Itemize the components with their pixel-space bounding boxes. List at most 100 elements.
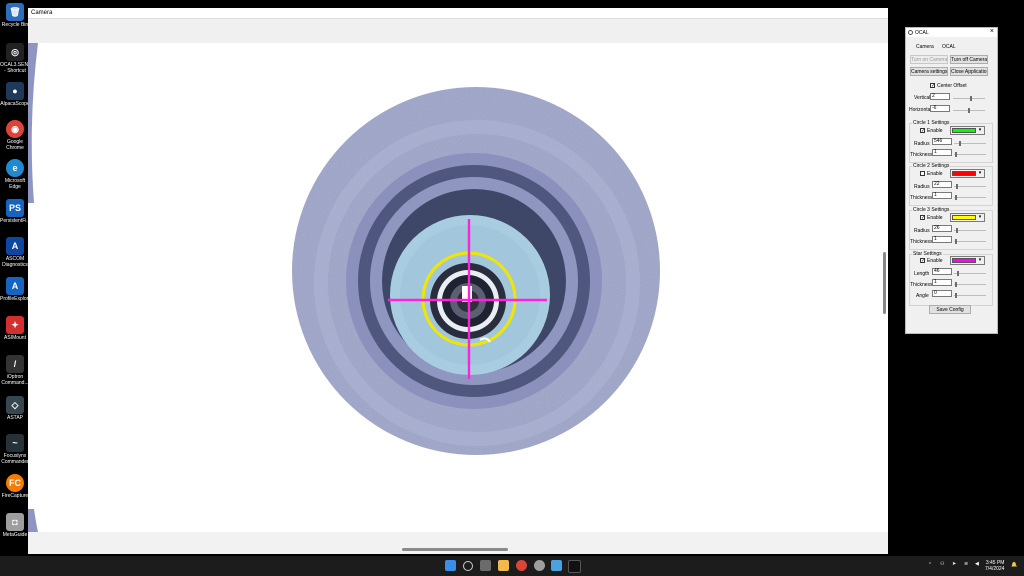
desktop-icon-profile-explorer[interactable]: A ProfileExplor... [0, 277, 32, 302]
turn-on-camera-button[interactable]: Turn on Camera [910, 55, 948, 64]
horizontal-offset-thumb[interactable] [968, 108, 970, 113]
circle2-thickness-field[interactable]: 1 [932, 192, 952, 199]
circle1-color-picker[interactable]: ▾ [950, 126, 985, 135]
taskbar-clock[interactable]: 3:45 PM 7/4/2024 [985, 560, 1004, 572]
save-config-button[interactable]: Save Config [929, 305, 971, 314]
chevron-down-icon: ▾ [978, 257, 982, 263]
notification-icon[interactable]: 🔔 [1011, 562, 1017, 568]
star-length-field[interactable]: 46 [932, 268, 952, 275]
circle2-thickness-thumb[interactable] [955, 195, 957, 200]
circle3-enable-label: Enable [927, 215, 943, 221]
circle3-radius-slider[interactable] [954, 230, 986, 231]
network-icon[interactable]: ⚇ [940, 561, 944, 567]
ocal-taskbar-icon[interactable] [568, 560, 581, 573]
desktop-icon-label: OCAL3.SEN... - Shortcut [0, 62, 33, 74]
taskbar: ⌃ ⚇ ➤ ≋ ◀ 3:45 PM 7/4/2024 🔔 [0, 556, 1024, 576]
circle2-thickness-slider[interactable] [954, 197, 986, 198]
wifi-icon[interactable]: ≋ [964, 561, 968, 567]
focuslynx-icon: ~ [6, 434, 24, 452]
star-angle-slider[interactable] [954, 295, 986, 296]
circle1-thickness-field[interactable]: 1 [932, 149, 952, 156]
star-thickness-slider[interactable] [954, 284, 986, 285]
circle1-radius-field[interactable]: 546 [932, 138, 952, 145]
star-color-swatch [952, 258, 976, 263]
desktop-icon-ascom-diagnostics[interactable]: A ASCOM Diagnostics [0, 237, 30, 268]
camera-titlebar[interactable]: Camera [28, 8, 888, 19]
circle2-radius-field[interactable]: 22 [932, 181, 952, 188]
center-offset-checkbox[interactable]: ✓ [930, 83, 935, 89]
circle3-color-picker[interactable]: ▾ [950, 213, 985, 222]
circle1-thickness-slider[interactable] [954, 154, 986, 155]
desktop-icon-firecapture[interactable]: FC FireCapture [0, 474, 30, 499]
desktop-icon-focuslynx[interactable]: ~ Focuslynx Commander [0, 434, 30, 465]
circle1-thickness-thumb[interactable] [955, 152, 957, 157]
star-angle-field[interactable]: 0 [932, 290, 952, 297]
ocal-window[interactable]: OCAL × Camera OCAL Turn on Camera Turn o… [905, 27, 998, 334]
circle3-radius-thumb[interactable] [956, 228, 958, 233]
circle1-radius-thumb[interactable] [959, 141, 961, 146]
circle2-color-picker[interactable]: ▾ [950, 169, 985, 178]
desktop-icon-astap[interactable]: ◇ ASTAP [0, 396, 30, 421]
circle2-radius-label: Radius [914, 184, 930, 190]
desktop-icon-persistentfi[interactable]: PS PersistentFi... [0, 199, 31, 224]
vertical-offset-slider[interactable] [953, 98, 985, 99]
desktop-icon-metaguide[interactable]: ◘ MetaGuide [0, 513, 30, 538]
persistentfi-icon: PS [6, 199, 24, 217]
desktop-icon-alpacascope[interactable]: ● AlpacaScope [0, 82, 30, 107]
tab-ocal[interactable]: OCAL [942, 44, 956, 50]
circle3-radius-label: Radius [914, 228, 930, 234]
circle3-thickness-slider[interactable] [954, 241, 986, 242]
circle3-radius-field[interactable]: 26 [932, 225, 952, 232]
app2-taskbar-icon[interactable] [551, 560, 562, 571]
star-angle-thumb[interactable] [955, 293, 957, 298]
star-length-label: Length [914, 271, 930, 277]
tab-camera[interactable]: Camera [916, 44, 934, 50]
close-icon[interactable]: × [990, 28, 994, 35]
ocal-window-title: OCAL [915, 30, 929, 36]
app-taskbar-icon[interactable] [534, 560, 545, 571]
search-icon[interactable] [463, 561, 473, 571]
camera-feed[interactable] [28, 43, 888, 532]
task-view-icon[interactable] [480, 560, 491, 571]
desktop-icon-ocal-shortcut[interactable]: ◎ OCAL3.SEN... - Shortcut [0, 43, 33, 74]
star-enable-checkbox[interactable]: ✓ [920, 258, 925, 264]
chrome-taskbar-icon[interactable] [516, 560, 527, 571]
ocal-titlebar[interactable]: OCAL × [906, 28, 997, 37]
vertical-scrollbar[interactable] [883, 252, 886, 314]
file-explorer-icon[interactable] [498, 560, 509, 571]
vertical-offset-field[interactable]: 2 [930, 93, 950, 100]
close-application-button[interactable]: Close Application [950, 67, 988, 76]
circle1-enable-checkbox[interactable]: ✓ [920, 128, 925, 134]
camera-settings-button[interactable]: Camera settings [910, 67, 948, 76]
clock-date: 7/4/2024 [985, 566, 1005, 572]
circle2-enable-checkbox[interactable] [920, 171, 925, 176]
circle2-enable-label: Enable [927, 171, 943, 177]
camera-window[interactable]: Camera [28, 8, 888, 554]
horizontal-label: Horizontal [909, 107, 932, 113]
star-length-thumb[interactable] [957, 271, 959, 276]
vertical-offset-thumb[interactable] [970, 96, 972, 101]
turn-off-camera-button[interactable]: Turn off Camera [950, 55, 988, 64]
chevron-up-icon[interactable]: ⌃ [928, 562, 932, 568]
desktop-icon-label: FireCapture [1, 493, 29, 499]
star-thickness-thumb[interactable] [955, 282, 957, 287]
horizontal-offset-field[interactable]: -6 [930, 105, 950, 112]
star-thickness-field[interactable]: 1 [932, 279, 952, 286]
desktop-icon-chrome[interactable]: ◉ Google Chrome [0, 120, 30, 151]
circle3-thickness-thumb[interactable] [955, 239, 957, 244]
circle1-radius-label: Radius [914, 141, 930, 147]
star-color-picker[interactable]: ▾ [950, 256, 985, 265]
start-icon[interactable] [445, 560, 456, 571]
desktop-icon-ioptron[interactable]: / iOptron Command... [0, 355, 30, 386]
circle3-thickness-field[interactable]: 1 [932, 236, 952, 243]
circle1-settings-title: Circle 1 Settings [912, 120, 951, 126]
desktop-icon-asimount[interactable]: ✦ ASIMount [0, 316, 30, 341]
volume-icon[interactable]: ◀ [975, 561, 979, 567]
location-icon[interactable]: ➤ [952, 561, 956, 567]
desktop-icon-edge[interactable]: e Microsoft Edge [0, 159, 30, 190]
circle2-radius-slider[interactable] [954, 186, 986, 187]
circle3-enable-checkbox[interactable]: ✓ [920, 215, 925, 221]
desktop-icon-recycle-bin[interactable]: 🗑 Recycle Bin [0, 3, 30, 28]
circle2-radius-thumb[interactable] [956, 184, 958, 189]
horizontal-scrollbar[interactable] [402, 548, 508, 551]
